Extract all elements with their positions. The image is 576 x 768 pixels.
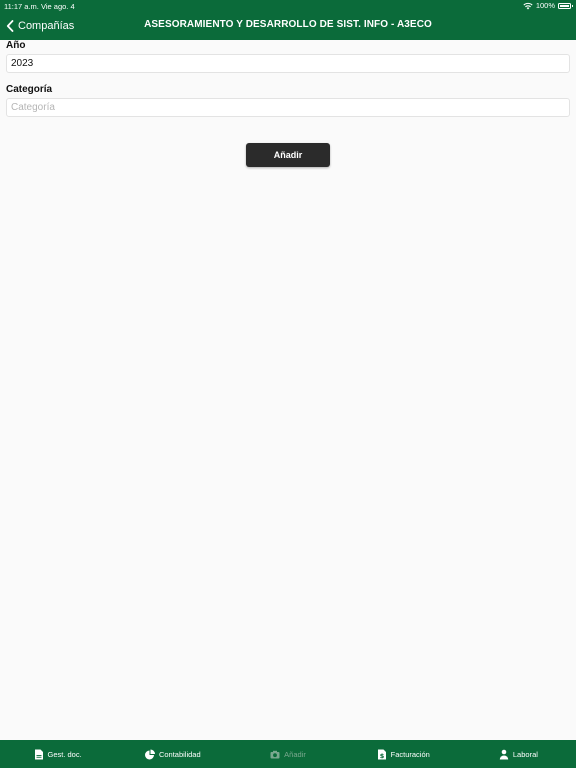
add-button[interactable]: Añadir: [246, 143, 330, 167]
tab-laboral[interactable]: Laboral: [461, 740, 576, 768]
tab-gest-doc[interactable]: Gest. doc.: [0, 740, 115, 768]
battery-percent: 100%: [535, 1, 555, 10]
year-input[interactable]: [6, 54, 570, 73]
tab-anadir[interactable]: Añadir: [230, 740, 345, 768]
status-time: 11:17 a.m.: [4, 2, 39, 11]
tab-label: Gest. doc.: [47, 749, 82, 759]
camera-icon: [270, 750, 280, 758]
status-date: Vie ago. 4: [41, 2, 75, 11]
year-label: Año: [6, 40, 26, 51]
category-label: Categoría: [6, 84, 53, 95]
status-bar: 11:17 a.m. Vie ago. 4 100%: [0, 0, 576, 12]
battery-icon: [558, 2, 573, 9]
tab-label: Laboral: [512, 749, 538, 759]
tab-label: Contabilidad: [158, 749, 201, 759]
category-input[interactable]: [6, 98, 570, 117]
svg-text:$: $: [379, 751, 384, 759]
tab-contabilidad[interactable]: Contabilidad: [115, 740, 230, 768]
tab-facturacion[interactable]: $ Facturación: [346, 740, 461, 768]
wifi-icon: [523, 2, 533, 9]
page-title: ASESORAMIENTO Y DESARROLLO DE SIST. INFO…: [144, 19, 432, 30]
top-bar: 11:17 a.m. Vie ago. 4 100% Compañías ASE…: [0, 0, 576, 40]
pie-chart-icon: [144, 749, 155, 759]
document-icon: [34, 749, 43, 759]
invoice-icon: $: [377, 749, 386, 759]
person-icon: [499, 749, 509, 759]
tab-bar: Gest. doc. Contabilidad Añadir $ Factura…: [0, 740, 576, 768]
tab-label: Facturación: [390, 749, 430, 759]
tab-label: Añadir: [284, 749, 306, 759]
navigation-bar: Compañías ASESORAMIENTO Y DESARROLLO DE …: [0, 12, 576, 40]
status-right: 100%: [523, 1, 573, 10]
